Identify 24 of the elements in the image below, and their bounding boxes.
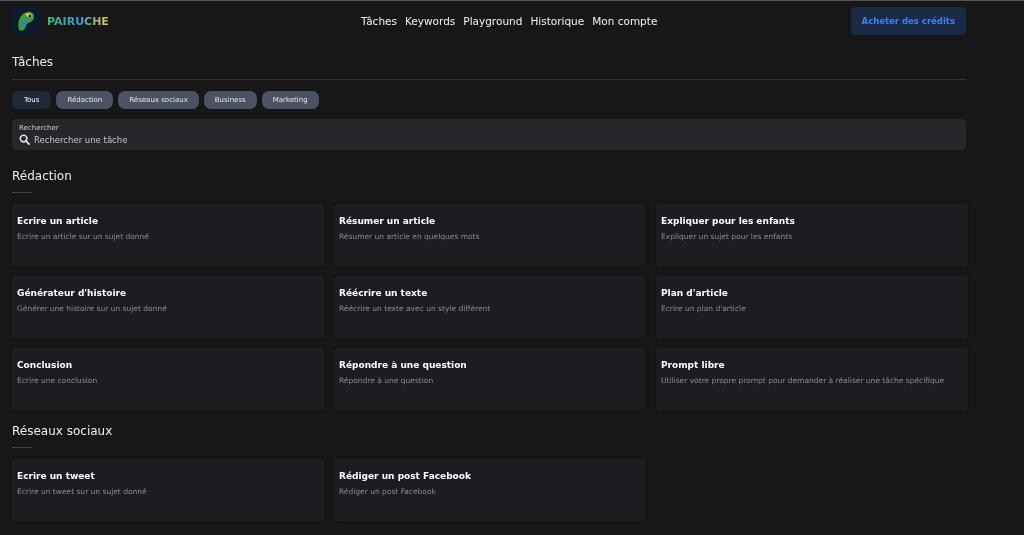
task-title: Ecrire un article	[17, 216, 100, 226]
page-title: Tâches	[12, 55, 55, 69]
search-input[interactable]: Rechercher une tâche	[34, 134, 959, 145]
nav-link[interactable]: Playground	[463, 15, 523, 27]
nav-link[interactable]: Historique	[530, 15, 585, 27]
task-title: Répondre à une question	[339, 360, 468, 370]
task-title: Résumer un article	[339, 216, 437, 226]
brand-name: PAIRUCHE	[47, 14, 109, 28]
search-icon	[19, 134, 30, 145]
section-heading: Réseaux sociaux	[12, 424, 114, 438]
task-title: Ecrire un tweet	[17, 471, 96, 481]
task-title: Rédiger un post Facebook	[339, 471, 472, 481]
nav-link[interactable]: Keywords	[405, 15, 456, 27]
task-title: Expliquer pour les enfants	[661, 216, 796, 226]
task-title: Réécrire un texte	[339, 288, 429, 298]
buy-credits-button[interactable]: Acheter des crédits	[850, 7, 966, 35]
task-title: Générateur d'histoire	[17, 288, 128, 298]
section-heading: Rédaction	[12, 169, 73, 183]
nav-link[interactable]: Tâches	[361, 15, 397, 27]
task-title: Plan d'article	[661, 288, 729, 298]
task-title: Prompt libre	[661, 360, 726, 370]
nav-link[interactable]: Mon compte	[592, 15, 658, 27]
logo-icon	[11, 6, 41, 36]
task-title: Conclusion	[17, 360, 74, 370]
